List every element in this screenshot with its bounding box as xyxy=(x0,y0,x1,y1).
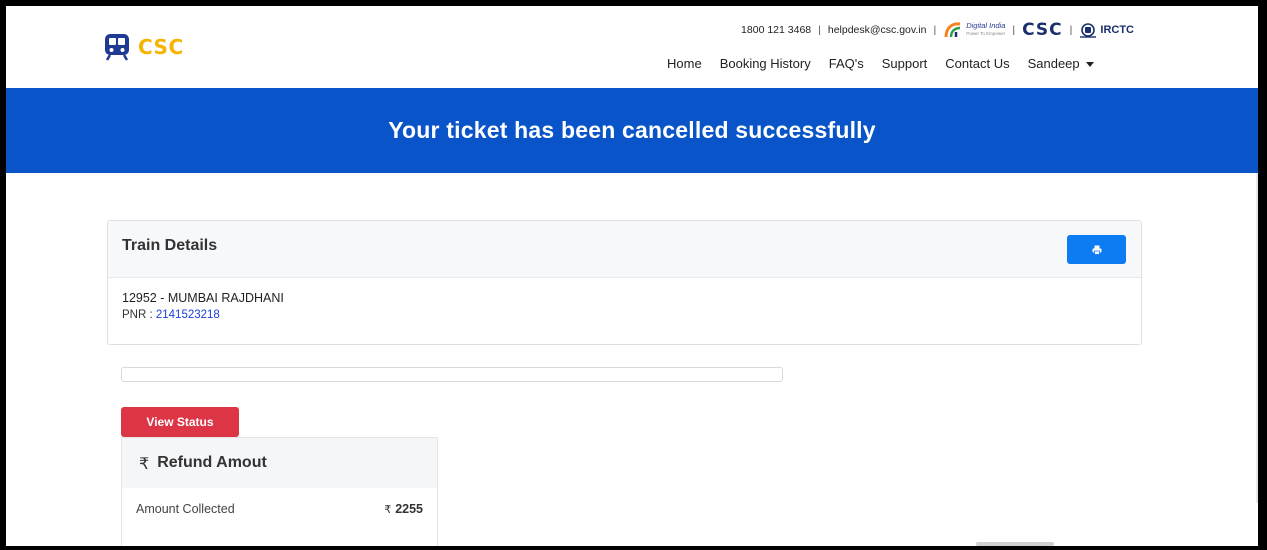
divider: | xyxy=(933,24,937,36)
nav-support[interactable]: Support xyxy=(873,46,937,88)
topbar: 1800 121 3468 | helpdesk@csc.gov.in | Di… xyxy=(741,21,1134,39)
irctc-icon xyxy=(1080,23,1097,38)
irctc-logo: IRCTC xyxy=(1079,22,1134,38)
csc-logo: CSC xyxy=(1022,20,1063,40)
amount-collected-number: 2255 xyxy=(395,502,423,516)
irctc-text: IRCTC xyxy=(1100,24,1134,36)
divider: | xyxy=(1012,24,1016,36)
user-name: Sandeep xyxy=(1027,56,1080,71)
nav-faqs[interactable]: FAQ's xyxy=(820,46,873,88)
card-header: Train Details xyxy=(108,221,1141,278)
helpdesk-email[interactable]: helpdesk@csc.gov.in xyxy=(828,24,927,36)
nav-booking-history[interactable]: Booking History xyxy=(711,46,820,88)
train-details-card: Train Details 12952 - MUMBAI RAJDHANI PN… xyxy=(107,220,1142,345)
horizontal-scrollbar[interactable] xyxy=(976,542,1054,546)
page-frame: CSC 1800 121 3468 | helpdesk@csc.gov.in … xyxy=(6,6,1258,546)
chevron-down-icon xyxy=(1085,62,1094,68)
amount-collected-value: ₹2255 xyxy=(384,502,423,516)
helpline-phone[interactable]: 1800 121 3468 xyxy=(741,24,811,36)
site-header: CSC 1800 121 3468 | helpdesk@csc.gov.in … xyxy=(6,6,1258,90)
train-icon xyxy=(105,34,129,61)
digital-india-text: Digital India xyxy=(966,21,1006,30)
card-body: 12952 - MUMBAI RAJDHANI PNR : 2141523218 xyxy=(108,278,1141,334)
page-title: Your ticket has been cancelled successfu… xyxy=(388,117,876,143)
logo[interactable]: CSC xyxy=(104,33,184,61)
card-title: Train Details xyxy=(122,237,218,254)
nav-home[interactable]: Home xyxy=(658,46,711,90)
refund-header: ₹ Refund Amout xyxy=(122,438,437,488)
print-button[interactable] xyxy=(1067,235,1126,264)
nav-contact-us[interactable]: Contact Us xyxy=(936,46,1018,88)
scrollbar-track[interactable] xyxy=(1256,173,1258,503)
amount-collected-label: Amount Collected xyxy=(136,502,235,516)
pnr-label: PNR : xyxy=(122,309,153,321)
train-name: 12952 - MUMBAI RAJDHANI xyxy=(122,291,284,305)
user-menu[interactable]: Sandeep xyxy=(1019,46,1103,88)
digital-india-logo: Digital India Power To Empower xyxy=(943,21,1005,39)
rupee-icon: ₹ xyxy=(384,503,392,516)
main-nav: Home Booking History FAQ's Support Conta… xyxy=(658,46,1103,90)
refund-card: ₹ Refund Amout Amount Collected ₹2255 xyxy=(121,437,438,546)
digital-india-icon xyxy=(944,22,961,38)
view-status-button[interactable]: View Status xyxy=(121,407,239,437)
status-banner: Your ticket has been cancelled successfu… xyxy=(6,88,1258,173)
status-progress-bar xyxy=(121,367,783,382)
pnr-line: PNR : 2141523218 xyxy=(122,309,1127,321)
refund-row: Amount Collected ₹2255 xyxy=(122,488,437,516)
rupee-icon: ₹ xyxy=(139,453,150,473)
print-icon xyxy=(1092,245,1101,255)
divider: | xyxy=(1069,24,1073,36)
pnr-number[interactable]: 2141523218 xyxy=(156,309,220,321)
digital-india-tagline: Power To Empower xyxy=(966,31,1006,36)
logo-text: CSC xyxy=(138,35,184,59)
divider: | xyxy=(818,24,821,36)
refund-title: Refund Amout xyxy=(157,454,267,471)
